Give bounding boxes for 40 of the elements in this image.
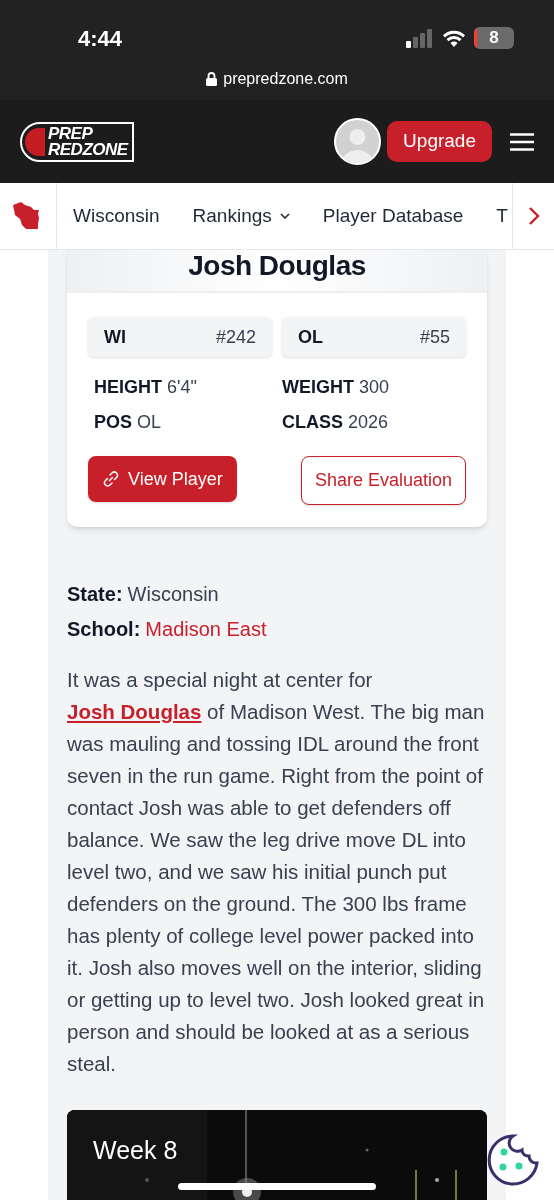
nav-link[interactable]: Wisconsin [73,201,160,231]
stat-label: HEIGHT [94,376,162,399]
info-label: State: [67,582,123,607]
lock-icon [206,72,218,86]
nav-link[interactable]: Player Database [322,201,464,231]
wifi-icon [442,29,466,47]
stat-value: 2026 [348,411,389,434]
share-evaluation-button[interactable]: Share Evaluation [300,456,466,505]
signal-icon [406,28,434,48]
rank-label: OL [298,325,323,349]
video-title: Week 8 [93,1135,178,1166]
nav-link[interactable]: T [496,201,508,231]
menu-icon[interactable] [510,132,534,151]
stat-label: POS [94,411,132,434]
stat-label: CLASS [282,411,343,434]
battery-icon: 8 [474,27,514,49]
stat-label: WEIGHT [282,376,354,399]
rank-value: #55 [419,325,450,349]
player-name: Josh Douglas [188,250,366,283]
link-icon [102,470,120,488]
upgrade-button[interactable]: Upgrade [387,121,492,162]
info-label: School: [67,617,141,642]
view-player-button[interactable]: View Player [88,456,237,502]
logo[interactable]: PREP REDZONE [20,121,134,162]
nav-link[interactable]: Rankings [192,201,290,231]
info-value: Wisconsin [127,582,219,607]
player-link[interactable]: Josh Douglas [67,700,202,723]
article-paragraph: It was a special night at center for Josh Douglas of Madison West. The big man was mauling and tossing IDL around the front seven in the run game. Right from the point of contact Josh was able to get defenders off balance. We saw the leg drive move DL into level two, and we saw his initial punch put defenders on the ground. The 300 lbs frame has plenty of college level power packed into it. Josh also moves well on the interior, sliding or getting up to level two. Josh looked great in person and should be looked at as a serious steal. [67,667,486,1077]
chevron-right-icon [527,206,540,226]
school-link[interactable]: Madison East [145,614,267,644]
rank-value: #242 [215,325,256,349]
avatar-icon[interactable] [334,118,382,165]
stat-value: 6'4" [167,376,197,399]
cookie-icon[interactable] [486,1133,540,1187]
clock: 4:44 [78,24,123,53]
stat-value: 300 [359,376,390,399]
stat-value: OL [137,411,162,434]
url-text[interactable]: prepredzone.com [223,67,348,91]
chevron-down-icon [279,213,290,219]
rank-label: WI [104,325,126,349]
